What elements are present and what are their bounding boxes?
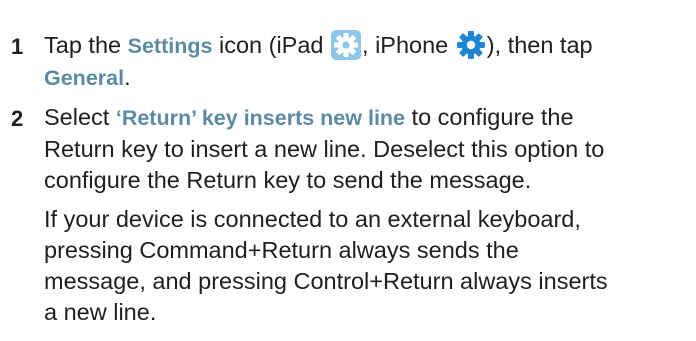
gear-icon <box>456 30 486 60</box>
step-line: General. <box>44 62 694 94</box>
step-line: Return key to insert a new line. Deselec… <box>44 136 605 162</box>
text-segment: Tap the <box>44 32 128 58</box>
step-line: Tap the Settings icon (iPad , iPhone ), … <box>44 30 694 62</box>
general-label: General <box>44 66 125 90</box>
step-text: Select ‘Return’ key inserts new line to … <box>44 102 694 196</box>
step-text: Tap the Settings icon (iPad , iPhone ), … <box>44 30 694 94</box>
note-line: a new line. <box>44 299 157 325</box>
step-line: Select ‘Return’ key inserts new line to … <box>44 102 694 134</box>
return-option-label: ‘Return’ key inserts new line <box>115 106 406 130</box>
step-number: 2 <box>11 106 24 131</box>
text-segment: Select <box>44 104 116 130</box>
step-line: configure the Return key to send the mes… <box>44 167 532 193</box>
step-number: 1 <box>11 34 24 59</box>
text-segment: . <box>124 64 131 90</box>
gear-icon <box>331 30 362 60</box>
text-segment: icon (iPad <box>212 32 331 58</box>
note-text: If your device is connected to an extern… <box>44 204 694 328</box>
text-segment: ), then tap <box>486 32 593 58</box>
note-line: message, and pressing Control+Return alw… <box>44 268 608 294</box>
text-segment: , iPhone <box>362 32 455 58</box>
note-line: If your device is connected to an extern… <box>44 206 581 232</box>
text-segment: to configure the <box>405 104 574 130</box>
note-line: pressing Command+Return always sends the <box>44 237 519 263</box>
settings-label: Settings <box>127 34 213 58</box>
